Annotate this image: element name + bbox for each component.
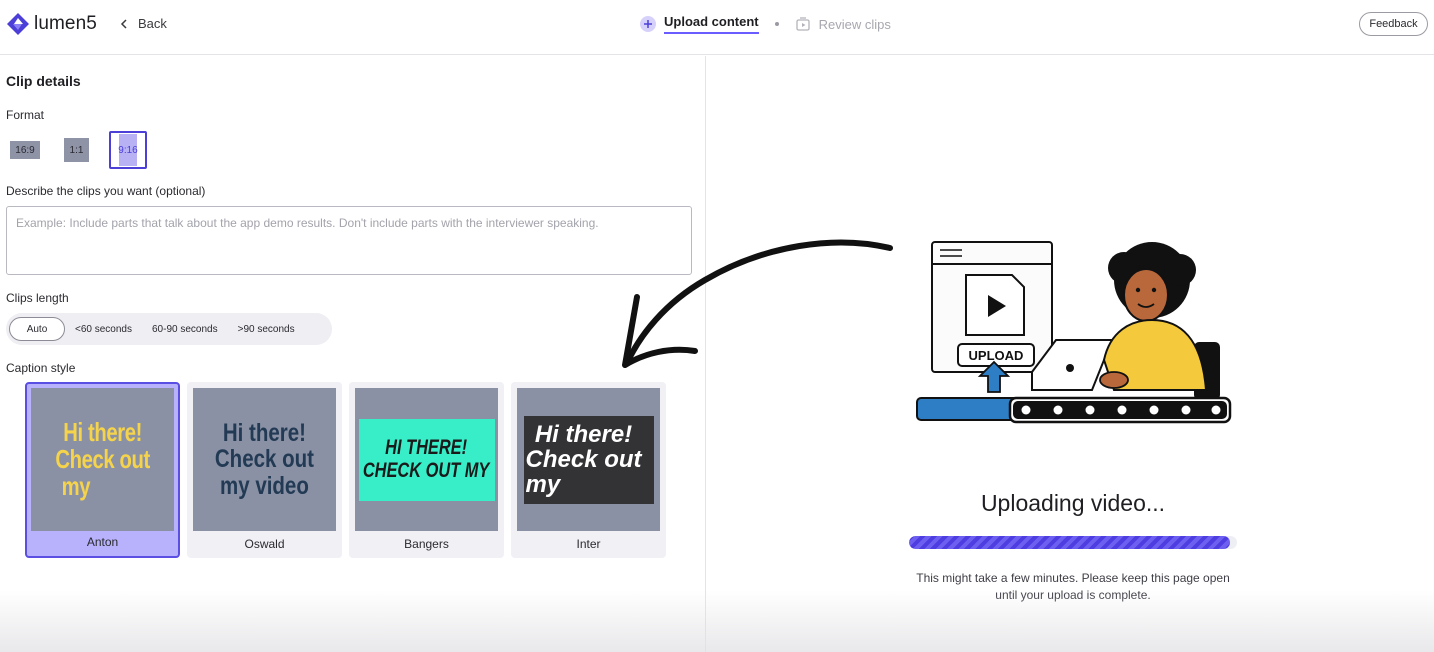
step-separator-dot [774, 22, 779, 26]
step-review-clips[interactable]: Review clips [795, 16, 891, 32]
caption-line: Hi there! [63, 416, 142, 447]
caption-card-anton[interactable]: Hi there! Check out my Anton [25, 382, 180, 558]
describe-clips-textarea[interactable]: Example: Include parts that talk about t… [6, 206, 692, 275]
caption-style-label: Caption style [6, 361, 76, 375]
caption-preview-oswald: Hi there! Check out my video [193, 388, 336, 531]
logo-text: lumen5 [34, 13, 97, 34]
plus-circle-icon [640, 16, 656, 32]
length-60-90-option[interactable]: 60-90 seconds [142, 317, 228, 341]
clips-length-selector: Auto <60 seconds 60-90 seconds >90 secon… [6, 313, 332, 345]
describe-label: Describe the clips you want (optional) [6, 184, 206, 198]
caption-name-anton: Anton [86, 535, 119, 549]
feedback-button[interactable]: Feedback [1359, 12, 1428, 36]
caption-preview-anton: Hi there! Check out my [31, 388, 174, 531]
caption-name-oswald: Oswald [244, 537, 285, 551]
top-header: lumen5 Back Upload content Review clips … [0, 0, 1434, 55]
length-over-90-option[interactable]: >90 seconds [228, 317, 305, 341]
upload-note-line2: until your upload is complete. [995, 588, 1151, 602]
upload-illustration: UPLOAD [916, 241, 1232, 424]
format-16-9-option[interactable]: 16:9 [10, 131, 40, 169]
caption-line: Check out [525, 445, 642, 473]
lumen5-logo-icon [7, 13, 29, 35]
progress-steps: Upload content Review clips [640, 14, 891, 34]
length-auto-option[interactable]: Auto [9, 317, 65, 341]
caption-line: Check out [55, 443, 150, 474]
format-9-16-label: 9:16 [118, 134, 138, 166]
caption-line: CHECK OUT MY [363, 458, 490, 482]
caption-line: my video [220, 471, 309, 500]
caption-card-oswald[interactable]: Hi there! Check out my video Oswald [187, 382, 342, 558]
uploading-status: Uploading video... [980, 490, 1166, 516]
clip-box-icon [795, 16, 811, 32]
clips-length-label: Clips length [6, 291, 69, 305]
upload-note: This might take a few minutes. Please ke… [880, 570, 1266, 604]
caption-line: Hi there! [222, 419, 307, 448]
annotation-arrow-icon [622, 239, 893, 368]
step-review-label: Review clips [818, 16, 891, 32]
step-upload-content[interactable]: Upload content [640, 14, 759, 34]
caption-card-inter[interactable]: Hi there! Check out my Inter [511, 382, 666, 558]
caption-name-bangers: Bangers [404, 537, 449, 551]
caption-name-inter: Inter [576, 537, 601, 551]
upload-note-line1: This might take a few minutes. Please ke… [916, 571, 1230, 585]
back-label: Back [138, 16, 167, 31]
caption-style-cards: Hi there! Check out my Anton Hi there! C… [25, 382, 666, 558]
format-16-9-label: 16:9 [10, 141, 40, 159]
length-under-60-option[interactable]: <60 seconds [65, 317, 142, 341]
caption-line: my [525, 471, 561, 499]
caption-line: Check out [214, 445, 315, 474]
caption-line: Hi there! [534, 420, 633, 448]
clip-details-panel: Clip details Format 16:9 1:1 9:16 Descri… [0, 56, 705, 652]
caption-line: my [61, 471, 91, 502]
caption-card-bangers[interactable]: HI THERE! CHECK OUT MY Bangers [349, 382, 504, 558]
chevron-left-icon [120, 18, 127, 29]
upload-progress-bar [909, 536, 1237, 549]
upload-progress-fill [909, 536, 1231, 549]
format-1-1-option[interactable]: 1:1 [64, 131, 89, 169]
back-button[interactable]: Back [118, 16, 167, 31]
format-1-1-label: 1:1 [64, 138, 89, 162]
clip-details-title: Clip details [6, 73, 81, 89]
format-9-16-option[interactable]: 9:16 [109, 131, 147, 169]
caption-line: HI THERE! [385, 436, 468, 460]
format-label: Format [6, 108, 45, 122]
caption-preview-bangers: HI THERE! CHECK OUT MY [355, 388, 498, 531]
lumen5-logo[interactable]: lumen5 [6, 12, 97, 36]
step-upload-label: Upload content [664, 14, 759, 34]
caption-preview-inter: Hi there! Check out my [517, 388, 660, 531]
upload-illustration-label: UPLOAD [969, 348, 1024, 363]
